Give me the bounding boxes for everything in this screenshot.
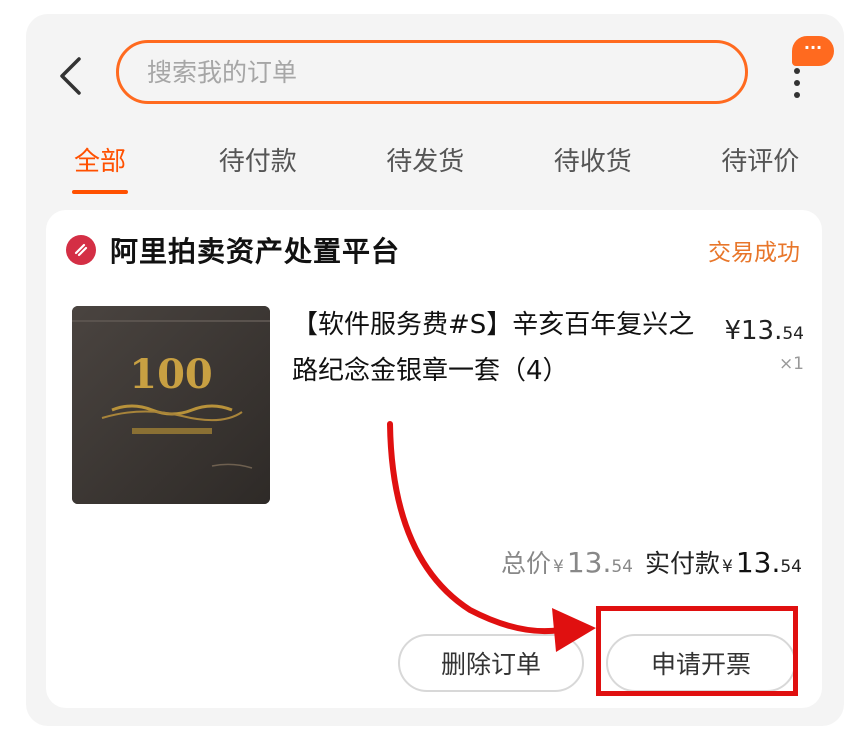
tab-pending-payment[interactable]: 待付款 <box>174 142 342 202</box>
order-status: 交易成功 <box>708 240 800 266</box>
tab-pending-shipment[interactable]: 待发货 <box>342 142 510 202</box>
search-box[interactable] <box>116 40 748 104</box>
total-price-value: 13.54 <box>566 546 633 579</box>
quantity: ×1 <box>778 354 804 374</box>
order-tabs: 全部 待付款 待发货 待收货 待评价 <box>26 142 844 202</box>
message-badge[interactable]: ··· <box>792 36 834 66</box>
paid-amount-label: 实付款 <box>644 549 720 578</box>
unit-price: ¥13.54 <box>724 316 804 346</box>
totals-row: 总价 ¥ 13.54 实付款 ¥ 13.54 <box>501 544 802 580</box>
product-image-text: 100 <box>129 351 213 398</box>
back-button[interactable] <box>50 54 90 98</box>
shop-row[interactable]: 阿里拍卖资产处置平台 交易成功 <box>66 228 800 272</box>
chevron-left-icon <box>60 57 81 95</box>
annotation-highlight-box <box>596 606 798 696</box>
tab-label: 待发货 <box>386 147 465 177</box>
search-input[interactable] <box>145 56 745 88</box>
product-title[interactable]: 【软件服务费#S】辛亥百年复兴之路纪念金银章一套（4） <box>292 302 712 394</box>
more-menu-button[interactable]: ··· <box>784 30 844 110</box>
shop-name[interactable]: 阿里拍卖资产处置平台 <box>110 230 400 270</box>
tab-label: 待评价 <box>721 147 800 177</box>
unit-price-group: ¥13.54 ×1 <box>724 316 804 374</box>
tab-label: 全部 <box>73 147 126 177</box>
shop-logo-icon <box>66 235 96 265</box>
paid-amount-currency: ¥ <box>722 557 733 577</box>
tab-all[interactable]: 全部 <box>26 142 174 202</box>
tab-active-indicator <box>72 190 128 194</box>
total-price-label: 总价 <box>500 549 551 578</box>
delete-order-button[interactable]: 删除订单 <box>398 634 584 692</box>
tab-label: 待收货 <box>553 147 632 177</box>
more-vertical-icon <box>794 68 804 104</box>
total-price-currency: ¥ <box>552 557 564 577</box>
tab-label: 待付款 <box>218 147 297 177</box>
tab-pending-receipt[interactable]: 待收货 <box>509 142 677 202</box>
paid-amount-value: 13.54 <box>735 546 802 579</box>
product-image[interactable]: 100 <box>72 306 270 504</box>
tab-pending-review[interactable]: 待评价 <box>677 142 845 202</box>
